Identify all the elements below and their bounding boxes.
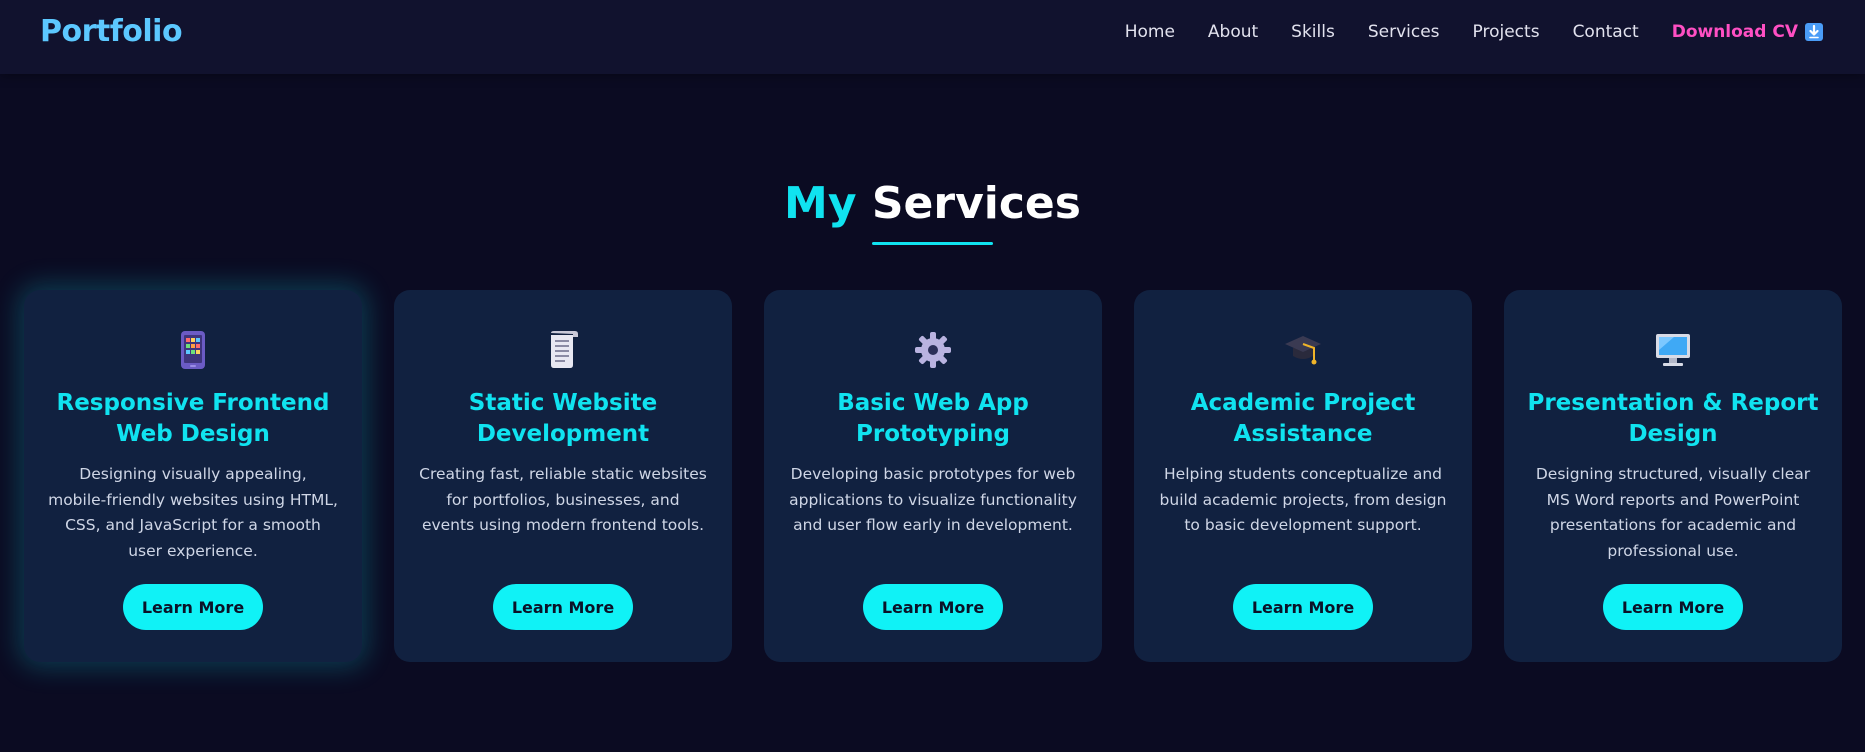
- gear-icon: [764, 330, 1102, 370]
- download-icon: [1805, 23, 1823, 41]
- section-title: My Services: [0, 178, 1865, 229]
- card-description: Designing structured, visually clear MS …: [1535, 465, 1811, 560]
- document-scroll-icon: [394, 330, 732, 370]
- nav-link-contact[interactable]: Contact: [1573, 22, 1639, 42]
- card-description: Designing visually appealing, mobile-fri…: [48, 465, 338, 560]
- download-cv-link[interactable]: Download CV: [1672, 22, 1823, 42]
- service-card-academic: Academic Project Assistance Helping stud…: [1134, 290, 1472, 662]
- graduation-cap-icon: [1134, 330, 1472, 370]
- nav-link-home[interactable]: Home: [1125, 22, 1175, 42]
- card-title: Static Website Development: [468, 390, 658, 447]
- learn-more-button[interactable]: Learn More: [123, 584, 263, 630]
- desktop-computer-icon: [1504, 330, 1842, 370]
- section-title-rest: Services: [871, 178, 1081, 229]
- service-card-static-website: Static Website Development Creating fast…: [394, 290, 732, 662]
- service-card-frontend: Responsive Frontend Web Design Designing…: [24, 290, 362, 662]
- learn-more-button[interactable]: Learn More: [493, 584, 633, 630]
- card-title: Responsive Frontend Web Design: [56, 390, 330, 447]
- service-card-web-app: Basic Web App Prototyping Developing bas…: [764, 290, 1102, 662]
- nav-link-skills[interactable]: Skills: [1291, 22, 1335, 42]
- nav-link-about[interactable]: About: [1208, 22, 1258, 42]
- download-cv-label: Download CV: [1671, 22, 1798, 42]
- mobile-phone-icon: [24, 330, 362, 370]
- navbar: Portfolio Home About Skills Services Pro…: [0, 0, 1865, 74]
- card-title: Presentation & Report Design: [1527, 390, 1819, 447]
- section-title-accent: My: [784, 178, 857, 229]
- card-title: Basic Web App Prototyping: [837, 390, 1029, 447]
- nav-link-services[interactable]: Services: [1368, 22, 1440, 42]
- card-description: Developing basic prototypes for web appl…: [789, 465, 1077, 534]
- logo[interactable]: Portfolio: [40, 14, 183, 49]
- learn-more-button[interactable]: Learn More: [1603, 584, 1743, 630]
- nav-links: Home About Skills Services Projects Cont…: [1092, 22, 1823, 42]
- learn-more-button[interactable]: Learn More: [863, 584, 1003, 630]
- service-card-presentation: Presentation & Report Design Designing s…: [1504, 290, 1842, 662]
- title-underline: [872, 242, 993, 245]
- card-description: Creating fast, reliable static websites …: [419, 465, 707, 534]
- learn-more-button[interactable]: Learn More: [1233, 584, 1373, 630]
- card-description: Helping students conceptualize and build…: [1159, 465, 1447, 534]
- nav-link-projects[interactable]: Projects: [1473, 22, 1540, 42]
- card-title: Academic Project Assistance: [1190, 390, 1416, 447]
